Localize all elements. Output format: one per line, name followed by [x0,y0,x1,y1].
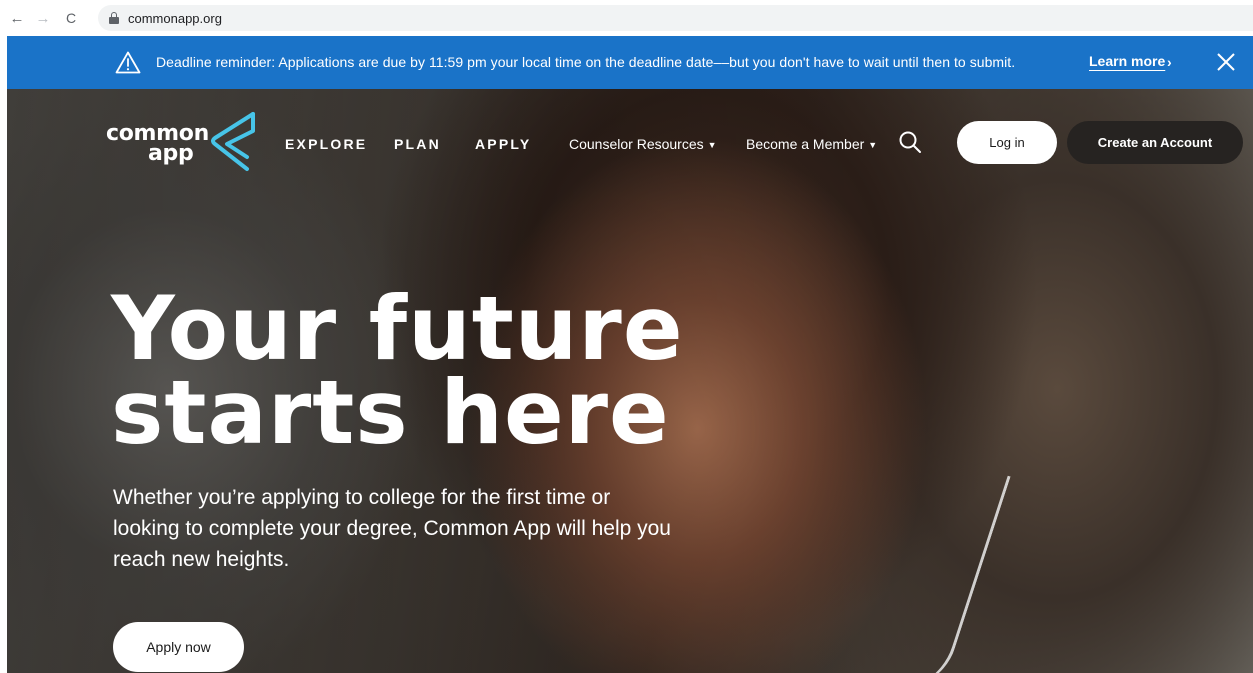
hero-headline: Your future starts here [111,277,684,464]
nav-become-member-label: Become a Member [746,136,865,152]
warning-icon [115,51,141,74]
nav-counselor-resources-label: Counselor Resources [569,136,704,152]
chevron-right-icon[interactable]: › [1167,54,1172,70]
back-arrow-icon[interactable]: ← [6,7,28,29]
nav-explore[interactable]: EXPLORE [285,136,367,152]
create-account-button[interactable]: Create an Account [1067,121,1243,164]
caret-down-icon: ▼ [868,140,878,150]
page-viewport: Deadline reminder: Applications are due … [7,36,1253,673]
hero-headline-line1: Your future [111,277,684,380]
search-icon[interactable] [898,130,922,154]
banner-message: Deadline reminder: Applications are due … [156,54,1016,70]
login-button[interactable]: Log in [957,121,1057,164]
hero-headline-line2: starts here [111,361,670,464]
nav-counselor-resources[interactable]: Counselor Resources ▼ [569,136,717,152]
common-app-logo[interactable]: common app [106,111,261,173]
learn-more-link[interactable]: Learn more [1089,53,1165,69]
close-icon[interactable] [1215,51,1237,73]
apply-now-button[interactable]: Apply now [113,622,244,672]
nav-plan[interactable]: PLAN [394,136,441,152]
nav-become-member[interactable]: Become a Member ▼ [746,136,877,152]
forward-arrow-icon[interactable]: → [32,7,54,29]
lock-icon [109,12,119,24]
nav-apply[interactable]: APPLY [475,136,531,152]
address-bar[interactable]: commonapp.org [98,5,1253,31]
hero-subtext: Whether you’re applying to college for t… [113,486,671,571]
logo-mark-icon [211,112,255,171]
caret-down-icon: ▼ [707,140,717,150]
url-text[interactable]: commonapp.org [128,11,222,26]
hero-section: common app EXPLORE PLAN APPLY Counselor … [7,89,1253,673]
browser-toolbar: ← → C commonapp.org [0,0,1253,36]
reload-icon[interactable]: C [60,7,82,29]
deadline-banner: Deadline reminder: Applications are due … [7,36,1253,89]
logo-word-app: app [148,141,194,166]
